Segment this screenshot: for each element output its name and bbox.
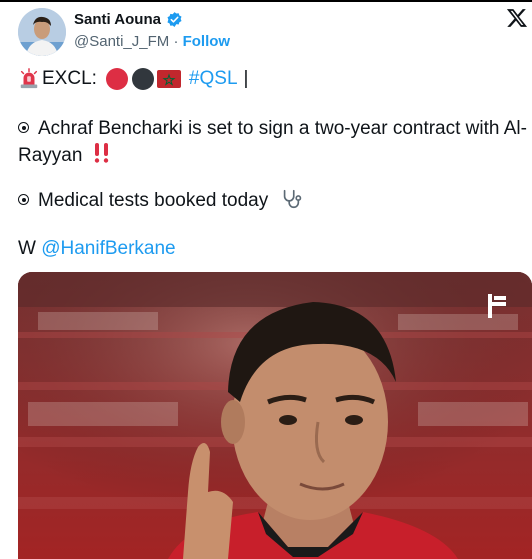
author-name[interactable]: Santi Aouna	[74, 11, 161, 28]
bullet-icon	[18, 194, 29, 205]
author-handle[interactable]: @Santi_J_FM	[74, 33, 169, 50]
tweet-point-2: Medical tests booked today	[18, 188, 304, 214]
top-border	[0, 0, 532, 2]
avatar[interactable]	[18, 8, 66, 56]
tweet-credit: W @HanifBerkane	[18, 236, 176, 262]
double-exclamation-icon	[92, 142, 112, 164]
x-logo-icon[interactable]	[506, 7, 530, 31]
author-name-row: Santi Aouna	[74, 11, 183, 28]
morocco-flag-icon	[156, 70, 181, 88]
black-circle-icon	[131, 67, 155, 91]
avatar-image	[18, 8, 66, 56]
pipe-separator: |	[243, 68, 249, 89]
credit-prefix: W	[18, 238, 36, 259]
tweet-media-image[interactable]	[18, 272, 532, 559]
rotating-light-icon	[18, 68, 40, 90]
tweet-point-1: Achraf Bencharki is set to sign a two-ye…	[18, 116, 528, 169]
stethoscope-icon	[280, 188, 302, 210]
separator: ·	[173, 33, 179, 50]
red-circle-icon	[105, 67, 129, 91]
verified-badge-icon	[166, 11, 183, 28]
hashtag-link[interactable]: #QSL	[189, 66, 238, 92]
player-photo	[18, 272, 532, 559]
point-2-text: Medical tests booked today	[38, 190, 269, 211]
tweet-headline: EXCL: #QSL |	[18, 66, 248, 92]
follow-button[interactable]: Follow	[183, 33, 231, 50]
author-handle-row: @Santi_J_FM · Follow	[74, 33, 230, 50]
mention-link[interactable]: @HanifBerkane	[41, 238, 175, 259]
bullet-icon	[18, 122, 29, 133]
excl-label: EXCL:	[42, 68, 97, 89]
